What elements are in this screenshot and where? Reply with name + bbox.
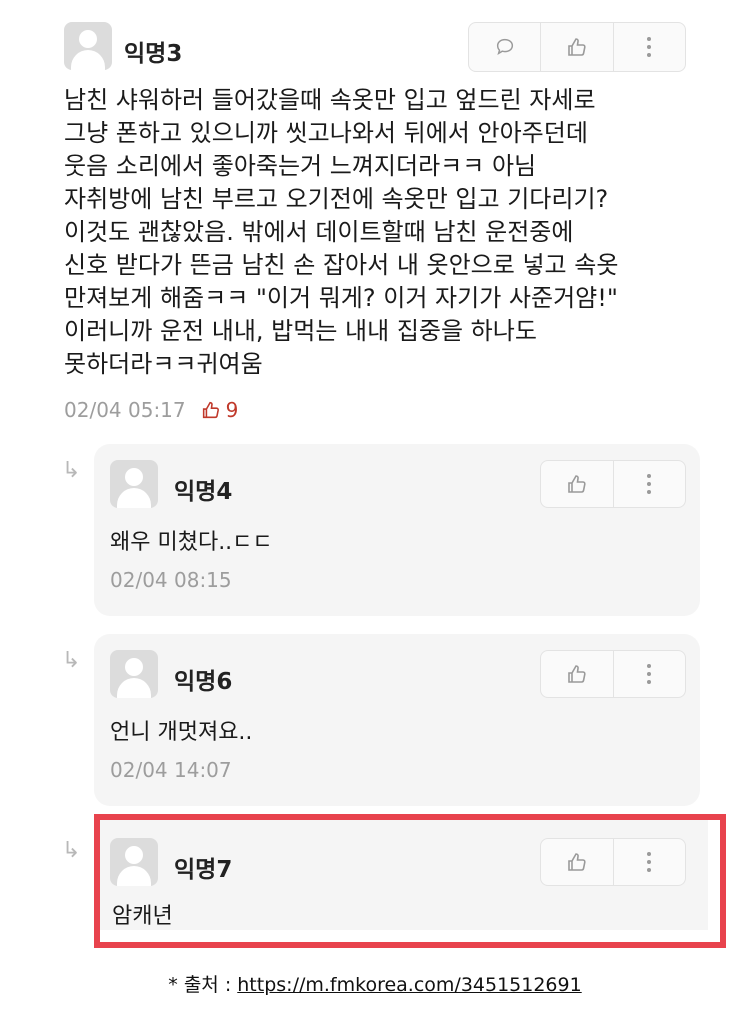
main-comment-line: 자취방에 남친 부르고 오기전에 속옷만 입고 기다리기? [64, 185, 609, 213]
main-comment-line: 남친 샤워하러 들어갔을때 속옷만 입고 엎드린 자세로 [64, 86, 596, 114]
reply-timestamp: 02/04 08:15 [110, 568, 232, 592]
avatar [64, 22, 112, 70]
source-link[interactable]: https://m.fmkorea.com/3451512691 [237, 974, 581, 996]
avatar [110, 460, 158, 508]
more-icon [647, 37, 652, 57]
reply-author: 익명4 [174, 479, 233, 505]
reply-timestamp: 02/04 14:07 [110, 758, 232, 782]
reply-button[interactable] [469, 23, 540, 71]
avatar [110, 650, 158, 698]
more-button[interactable] [612, 651, 686, 697]
main-comment-line: 이것도 괜찮았음. 밖에서 데이트할때 남친 운전중에 [64, 218, 574, 246]
reply-author: 익명6 [174, 669, 233, 695]
main-comment-line: 그냥 폰하고 있으니까 씻고나와서 뒤에서 안아주던데 [64, 119, 588, 147]
more-button[interactable] [612, 461, 686, 507]
main-comment-meta: 02/04 05:17 9 [64, 398, 238, 422]
reply-icon [496, 38, 513, 56]
main-comment-line: 이러니까 운전 내내, 밥먹는 내내 집중을 하나도 [64, 317, 537, 345]
reply-actions [540, 650, 686, 698]
main-comment-line: 만져보게 해줌ㅋㅋ "이거 뭐게? 이거 자기가 사준거얌!" [64, 284, 618, 312]
like-button[interactable] [541, 461, 613, 507]
more-icon [647, 474, 652, 494]
reply-arrow-icon: ↳ [62, 838, 81, 863]
main-comment-actions [468, 22, 686, 72]
reply-card: 익명4 왜우 미쳤다..ㄷㄷ 02/04 08:15 [94, 444, 700, 616]
main-comment-line: 못하더라ㅋㅋ귀여움 [64, 350, 263, 378]
source-line: * 출처 : https://m.fmkorea.com/3451512691 [0, 970, 750, 997]
reply-arrow-icon: ↳ [62, 648, 81, 673]
like-button[interactable] [541, 651, 613, 697]
reply-text: 왜우 미쳤다..ㄷㄷ [110, 530, 273, 555]
like-count-badge[interactable]: 9 [200, 398, 239, 422]
main-comment-author: 익명3 [124, 41, 183, 67]
like-button[interactable] [540, 23, 612, 71]
main-comment-line: 신호 받다가 뜬금 남친 손 잡아서 내 옷안으로 넣고 속옷 [64, 251, 619, 279]
highlight-box [94, 814, 726, 948]
reply-arrow-icon: ↳ [62, 458, 81, 483]
more-icon [647, 664, 652, 684]
like-count: 9 [225, 398, 239, 422]
reply-actions [540, 460, 686, 508]
main-comment-line: 웃음 소리에서 좋아죽는거 느껴지더라ㅋㅋ 아님 [64, 152, 537, 180]
thumbs-up-icon [202, 401, 219, 419]
source-prefix: * 출처 : [168, 974, 238, 996]
reply-card: 익명6 언니 개멋져요.. 02/04 14:07 [94, 634, 700, 806]
reply-text: 언니 개멋져요.. [110, 720, 253, 745]
more-button[interactable] [612, 23, 685, 71]
main-comment-body: 남친 샤워하러 들어갔을때 속옷만 입고 엎드린 자세로 그냥 폰하고 있으니까… [64, 84, 704, 381]
thumbs-up-icon [567, 475, 586, 493]
thumbs-up-icon [567, 665, 586, 683]
thumbs-up-icon [568, 38, 586, 56]
main-comment-timestamp: 02/04 05:17 [64, 398, 186, 422]
